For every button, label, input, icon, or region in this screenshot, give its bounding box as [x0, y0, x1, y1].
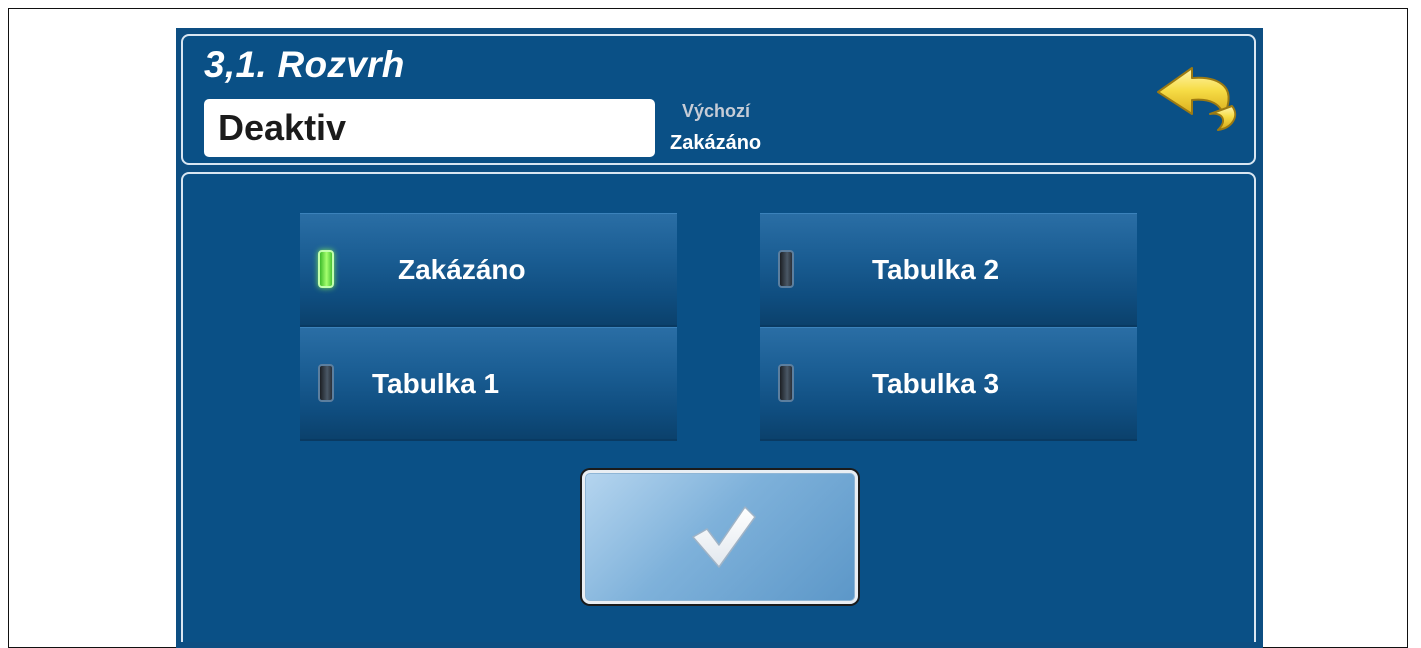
current-value-field: Deaktiv	[204, 99, 655, 157]
option-label: Zakázáno	[398, 253, 526, 285]
back-button[interactable]	[1152, 62, 1244, 134]
option-zakazano[interactable]: Zakázáno	[300, 213, 677, 327]
led-indicator-icon	[778, 364, 794, 402]
default-label: Výchozí	[682, 101, 751, 121]
default-value: Zakázáno	[670, 132, 762, 154]
led-indicator-icon	[318, 250, 334, 288]
led-indicator-icon	[778, 250, 794, 288]
option-tabulka-1[interactable]: Tabulka 1	[300, 327, 677, 441]
back-arrow-icon	[1157, 67, 1237, 131]
led-indicator-icon	[318, 364, 334, 402]
option-tabulka-3[interactable]: Tabulka 3	[760, 327, 1137, 441]
option-label: Tabulka 2	[872, 253, 1000, 285]
page-title: 3,1. Rozvrh	[204, 44, 405, 85]
confirm-button[interactable]	[582, 470, 858, 604]
checkmark-icon	[692, 506, 756, 568]
option-tabulka-2[interactable]: Tabulka 2	[760, 213, 1137, 327]
option-label: Tabulka 3	[872, 367, 1000, 399]
current-value-text: Deaktiv	[218, 107, 347, 148]
option-label: Tabulka 1	[372, 367, 500, 399]
